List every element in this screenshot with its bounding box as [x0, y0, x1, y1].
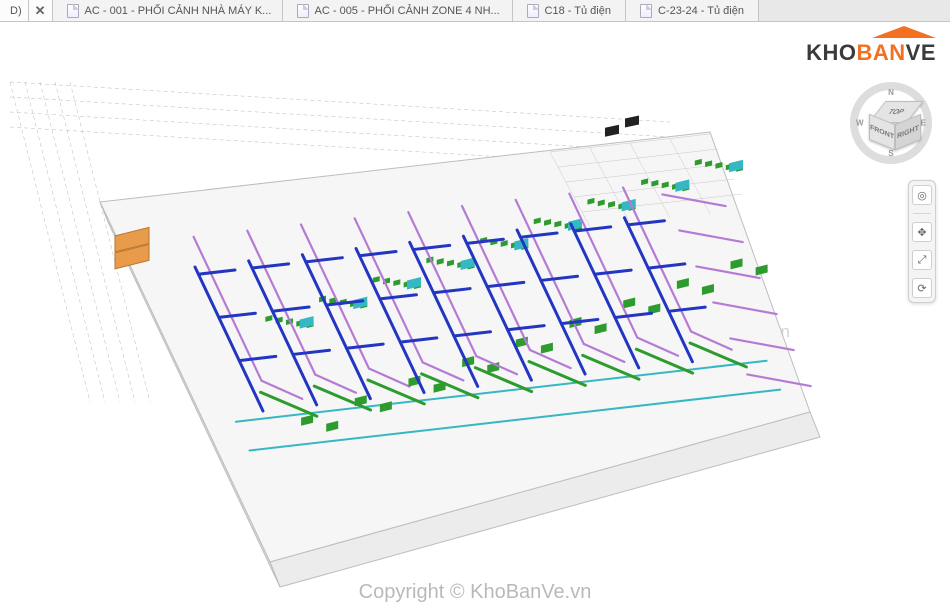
active-tab-fragment-text: D): [10, 5, 22, 17]
tab-label: C18 - Tủ điện: [545, 5, 611, 17]
viewcube-cube[interactable]: TOP FRONT RIGHT: [869, 101, 913, 145]
logo-suffix: VE: [906, 40, 936, 65]
tab-label: AC - 001 - PHỐI CẢNH NHÀ MÁY K...: [85, 5, 272, 17]
pan-button[interactable]: ✥: [912, 222, 932, 242]
tab-label: C-23-24 - Tủ điện: [658, 5, 744, 17]
tab-c18[interactable]: C18 - Tủ điện: [513, 0, 626, 21]
roof-units: [605, 116, 639, 137]
tab-c-23-24[interactable]: C-23-24 - Tủ điện: [626, 0, 759, 21]
logo-roof-icon: [872, 26, 936, 40]
steering-wheel-button[interactable]: ◎: [912, 185, 932, 205]
compass-s: S: [888, 149, 893, 158]
navbar-divider: [913, 213, 931, 214]
compass-n: N: [888, 88, 894, 97]
document-icon: [640, 4, 652, 18]
zoom-button[interactable]: ⤢: [912, 250, 932, 270]
tab-ac-005[interactable]: AC - 005 - PHỐI CẢNH ZONE 4 NH...: [283, 0, 513, 21]
active-tab-fragment: D): [0, 0, 29, 21]
document-icon: [297, 4, 309, 18]
building-slab: [100, 132, 810, 562]
navigation-bar: ◎ ✥ ⤢ ⟳: [908, 180, 936, 303]
tab-label: AC - 005 - PHỐI CẢNH ZONE 4 NH...: [315, 5, 500, 17]
model-viewport[interactable]: KHOBANVE N S E W TOP FRONT RIGHT ◎ ✥ ⤢ ⟳…: [0, 22, 950, 616]
document-icon: [527, 4, 539, 18]
close-tab-button[interactable]: ✕: [29, 0, 53, 21]
compass-e: E: [921, 119, 926, 128]
orbit-button[interactable]: ⟳: [912, 278, 932, 298]
tab-ac-001[interactable]: AC - 001 - PHỐI CẢNH NHÀ MÁY K...: [53, 0, 283, 21]
document-tabstrip: D) ✕ AC - 001 - PHỐI CẢNH NHÀ MÁY K... A…: [0, 0, 950, 22]
document-icon: [67, 4, 79, 18]
mep-3d-model: [0, 42, 870, 612]
